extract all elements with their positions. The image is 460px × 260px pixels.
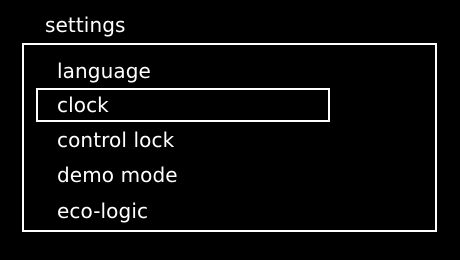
settings-menu: language clock control lock demo mode ec…	[22, 43, 437, 232]
page-title: settings	[45, 13, 126, 37]
menu-item-eco-logic[interactable]: eco-logic	[57, 197, 148, 225]
menu-item-control-lock[interactable]: control lock	[57, 126, 174, 154]
settings-screen: settings language clock control lock dem…	[0, 0, 460, 260]
menu-item-clock[interactable]: clock	[36, 88, 330, 122]
menu-item-demo-mode[interactable]: demo mode	[57, 161, 178, 189]
menu-item-language[interactable]: language	[57, 57, 151, 85]
